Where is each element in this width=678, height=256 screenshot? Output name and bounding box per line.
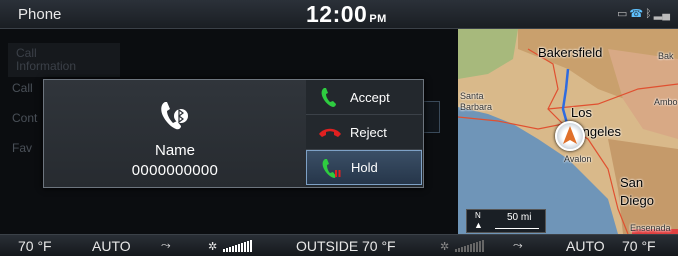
map-label-ambo: Ambo <box>654 97 678 107</box>
caller-name: Name <box>154 142 195 159</box>
map-label-ensenada: Ensenada <box>630 223 671 233</box>
menu-item-label: Call Information <box>16 46 77 73</box>
accept-label: Accept <box>350 89 390 105</box>
right-climate-mode[interactable]: AUTO <box>566 238 605 254</box>
map-label-santa: Santa <box>460 91 484 101</box>
fan-icon: ✲ <box>208 241 218 253</box>
north-arrow-icon: ▲ <box>474 220 483 230</box>
right-seat-airflow-icon[interactable]: ⤳ <box>513 238 523 253</box>
status-bar: Phone 12:00 PM ▭ ☎ ᛒ ▂▄ <box>0 0 678 29</box>
signal-icon: ▂▄ <box>653 8 670 20</box>
map-label-diego: Diego <box>620 193 654 208</box>
fan-speed-indicator[interactable] <box>223 240 252 252</box>
right-temperature[interactable]: 70 °F <box>622 238 656 254</box>
reject-label: Reject <box>350 124 387 140</box>
phone-accept-icon <box>314 80 346 114</box>
map-label-bak: Bak <box>658 51 674 61</box>
scale-bar <box>495 225 539 229</box>
north-label: N <box>475 211 481 220</box>
left-climate-mode[interactable]: AUTO <box>92 238 131 254</box>
caller-number: 0000000000 <box>131 162 219 179</box>
menu-item-call-information[interactable]: Call Information <box>8 43 120 77</box>
map-label-san: San <box>620 175 644 190</box>
phone-reject-icon <box>314 115 346 149</box>
incoming-call-popup: Name 0000000000 Accept Reject Hold <box>43 79 424 188</box>
menu-item-label: Fav <box>12 141 33 155</box>
map-scale: N ▲ 50 mi <box>466 209 546 233</box>
battery-icon: ▭ <box>617 8 628 20</box>
hold-button[interactable]: Hold <box>306 150 422 185</box>
phone-hold-icon <box>315 151 347 185</box>
rear-fan-icon: ✲ <box>440 241 450 253</box>
rear-fan-speed-indicator[interactable] <box>455 240 484 252</box>
menu-item-label: Cont <box>12 111 38 125</box>
outside-temperature: 70 °F <box>362 238 396 254</box>
navigation-map[interactable]: Bakersfield Los Angeles Avalon San Diego… <box>458 29 678 234</box>
bluetooth-icon: ᛒ <box>645 8 652 20</box>
map-label-barbara: Barbara <box>460 102 493 112</box>
left-temperature[interactable]: 70 °F <box>18 238 52 254</box>
clock-ampm: PM <box>369 13 387 25</box>
map-label-bakersfield: Bakersfield <box>538 45 603 60</box>
outside-label: OUTSIDE <box>296 238 359 254</box>
call-status-icon: ☎ <box>629 8 644 20</box>
current-location-arrow-icon <box>555 121 585 151</box>
bluetooth-phone-icon <box>161 102 188 130</box>
left-seat-airflow-icon[interactable]: ⤳ <box>161 238 171 253</box>
hold-label: Hold <box>351 160 378 175</box>
climate-bar: 70 °F AUTO ⤳ ✲ OUTSIDE 70 °F ✲ ⤳ AUTO 70… <box>0 234 678 256</box>
map-label-los: Los <box>571 105 592 120</box>
scale-distance: 50 mi <box>507 212 532 223</box>
app-title: Phone <box>18 6 62 23</box>
clock-time: 12:00 <box>306 1 368 27</box>
menu-item-label: Call <box>12 81 33 95</box>
call-actions: Accept Reject Hold <box>306 80 423 187</box>
reject-button[interactable]: Reject <box>306 115 422 150</box>
clock: 12:00 PM <box>306 1 387 28</box>
caller-info: Name 0000000000 <box>44 80 306 187</box>
status-icons: ▭ ☎ ᛒ ▂▄ <box>617 8 670 20</box>
map-label-avalon: Avalon <box>564 154 592 164</box>
accept-button[interactable]: Accept <box>306 80 422 115</box>
